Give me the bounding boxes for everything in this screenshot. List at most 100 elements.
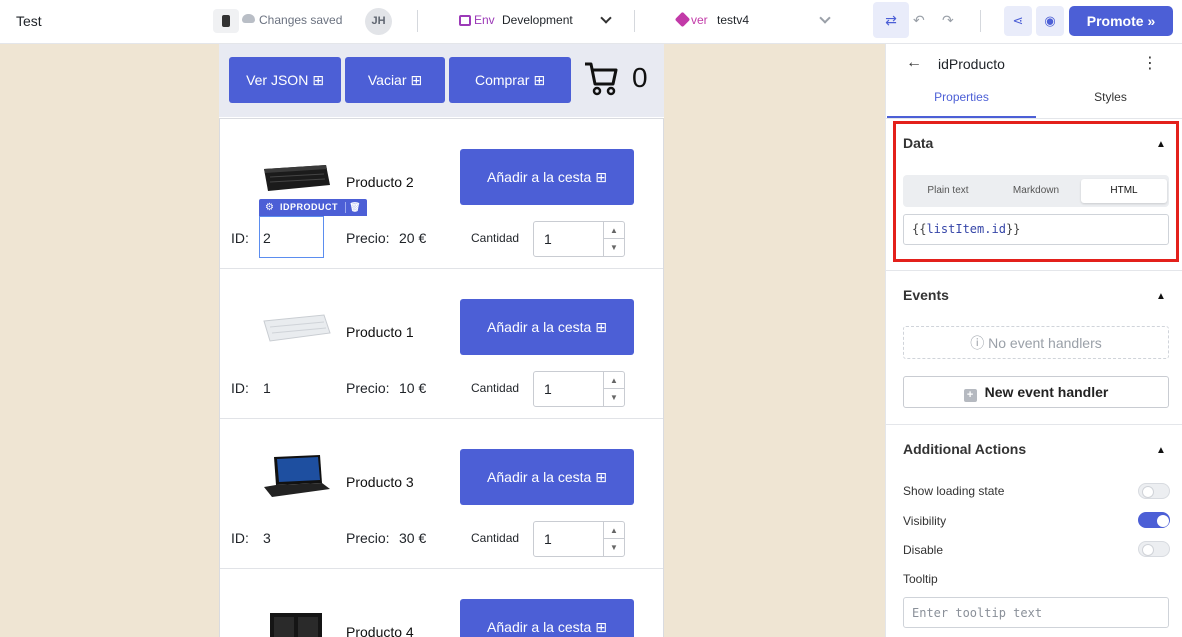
id-label: ID: xyxy=(231,380,249,396)
cloud-icon xyxy=(242,14,255,23)
increment-icon[interactable]: ▲ xyxy=(604,222,624,239)
quantity-stepper[interactable]: 1 ▲ ▼ xyxy=(533,521,625,557)
selection-tag-label: IDPRODUCT xyxy=(280,202,338,212)
cart-icon: ⊞ xyxy=(312,72,324,88)
stepper-controls[interactable]: ▲ ▼ xyxy=(603,222,624,256)
show-loading-toggle[interactable] xyxy=(1138,483,1170,499)
trash-icon[interactable]: 🗑 xyxy=(349,199,361,216)
gear-icon[interactable]: ⚙ xyxy=(265,199,274,216)
tab-styles[interactable]: Styles xyxy=(1036,90,1182,118)
app-title: Test xyxy=(16,13,42,29)
info-icon: ⓘ xyxy=(970,335,985,351)
add-to-cart-button[interactable]: Añadir a la cesta ⊞ xyxy=(460,299,634,355)
increment-icon[interactable]: ▲ xyxy=(604,522,624,539)
divider xyxy=(417,10,418,32)
tab-properties[interactable]: Properties xyxy=(887,90,1036,118)
comprar-button[interactable]: Comprar ⊞ xyxy=(449,57,571,103)
price-label: Precio: xyxy=(346,380,390,396)
collapse-icon[interactable]: ▲ xyxy=(1156,445,1166,456)
button-label: Añadir a la cesta xyxy=(487,319,592,335)
events-section-title[interactable]: Events xyxy=(903,287,949,303)
quantity-label: Cantidad xyxy=(471,531,520,545)
visibility-toggle[interactable] xyxy=(1138,512,1170,528)
chevrons-right-icon: » xyxy=(1147,13,1156,29)
price-label: Precio: xyxy=(346,530,390,546)
list-item: Producto 1 Añadir a la cesta ⊞ ID: 1 Pre… xyxy=(220,269,663,419)
increment-icon[interactable]: ▲ xyxy=(604,372,624,389)
quantity-value: 1 xyxy=(544,381,552,397)
undo-icon[interactable]: ↶ xyxy=(913,12,925,29)
tooltip-input[interactable]: Enter tooltip text xyxy=(903,597,1169,628)
option-label: Visibility xyxy=(903,514,947,528)
product-image xyxy=(263,314,331,342)
product-price: 20 € xyxy=(399,230,427,246)
promote-button[interactable]: Promote » xyxy=(1069,6,1173,36)
component-name[interactable]: idProducto xyxy=(938,56,1005,72)
chevron-down-icon[interactable] xyxy=(600,12,612,24)
collapse-icon[interactable]: ▲ xyxy=(1156,291,1166,302)
decrement-icon[interactable]: ▼ xyxy=(604,389,624,406)
button-label: Ver JSON xyxy=(246,72,309,88)
sync-button[interactable]: ⇄ xyxy=(873,2,909,38)
option-label: Show loading state xyxy=(903,484,1005,498)
list-item: Producto 3 Añadir a la cesta ⊞ ID: 3 Pre… xyxy=(220,419,663,569)
version-dropdown[interactable]: testv4 xyxy=(717,13,749,27)
quantity-value: 1 xyxy=(544,531,552,547)
add-to-cart-button[interactable]: Añadir a la cesta ⊞ xyxy=(460,449,634,505)
properties-panel: ← idProducto ⋮ Properties Styles Data ▲ … xyxy=(885,44,1182,637)
button-label: Añadir a la cesta xyxy=(487,619,592,635)
device-toggle-button[interactable] xyxy=(213,9,239,33)
add-to-cart-button[interactable]: Añadir a la cesta ⊞ xyxy=(460,599,634,637)
id-label: ID: xyxy=(231,530,249,546)
product-list: Producto 2 Añadir a la cesta ⊞ ID: ⚙ IDP… xyxy=(219,118,664,637)
vaciar-button[interactable]: Vaciar ⊞ xyxy=(345,57,445,103)
divider xyxy=(634,10,635,32)
button-label: Añadir a la cesta xyxy=(487,169,592,185)
product-name: Producto 3 xyxy=(346,474,414,490)
chevron-down-icon[interactable] xyxy=(819,12,831,24)
quantity-value: 1 xyxy=(544,231,552,247)
option-label: Disable xyxy=(903,543,944,557)
redo-icon[interactable]: ↷ xyxy=(942,12,954,29)
product-name: Producto 2 xyxy=(346,174,414,190)
additional-actions-title[interactable]: Additional Actions xyxy=(903,441,1026,457)
product-name: Producto 1 xyxy=(346,324,414,340)
stepper-controls[interactable]: ▲ ▼ xyxy=(603,522,624,556)
cart-add-icon: ⊞ xyxy=(595,319,607,335)
stepper-controls[interactable]: ▲ ▼ xyxy=(603,372,624,406)
share-icon: ⋖ xyxy=(1012,13,1024,28)
environment-icon xyxy=(459,15,471,26)
shopping-cart-icon[interactable] xyxy=(583,60,619,96)
more-options-icon[interactable]: ⋮ xyxy=(1142,53,1158,73)
button-label: Vaciar xyxy=(367,72,407,88)
preview-button[interactable]: ◉ xyxy=(1036,6,1064,36)
decrement-icon[interactable]: ▼ xyxy=(604,239,624,256)
version-label: ver xyxy=(691,13,708,27)
cart-add-icon: ⊞ xyxy=(595,619,607,635)
id-label: ID: xyxy=(231,230,249,246)
save-status: Changes saved xyxy=(259,13,343,27)
env-label: Env xyxy=(474,13,495,27)
share-button[interactable]: ⋖ xyxy=(1004,6,1032,36)
plus-icon: + xyxy=(963,389,977,402)
add-to-cart-button[interactable]: Añadir a la cesta ⊞ xyxy=(460,149,634,205)
product-id[interactable]: 2 xyxy=(263,230,271,246)
avatar[interactable]: JH xyxy=(365,8,392,35)
ver-json-button[interactable]: Ver JSON ⊞ xyxy=(229,57,341,103)
product-id: 3 xyxy=(263,530,271,546)
env-dropdown[interactable]: Development xyxy=(502,13,573,27)
eye-icon: ◉ xyxy=(1044,13,1056,28)
quantity-stepper[interactable]: 1 ▲ ▼ xyxy=(533,371,625,407)
selected-component-tag[interactable]: ⚙ IDPRODUCT 🗑 xyxy=(259,199,367,216)
empty-events-notice: ⓘ No event handlers xyxy=(903,326,1169,359)
promote-label: Promote xyxy=(1086,13,1144,29)
disable-toggle[interactable] xyxy=(1138,541,1170,557)
decrement-icon[interactable]: ▼ xyxy=(604,539,624,556)
sync-icon: ⇄ xyxy=(885,12,897,28)
list-item: Producto 4 Añadir a la cesta ⊞ xyxy=(220,569,663,637)
quantity-stepper[interactable]: 1 ▲ ▼ xyxy=(533,221,625,257)
product-image xyxy=(264,455,330,497)
product-price: 30 € xyxy=(399,530,427,546)
new-event-handler-button[interactable]: + New event handler xyxy=(903,376,1169,408)
back-arrow-icon[interactable]: ← xyxy=(906,54,922,72)
